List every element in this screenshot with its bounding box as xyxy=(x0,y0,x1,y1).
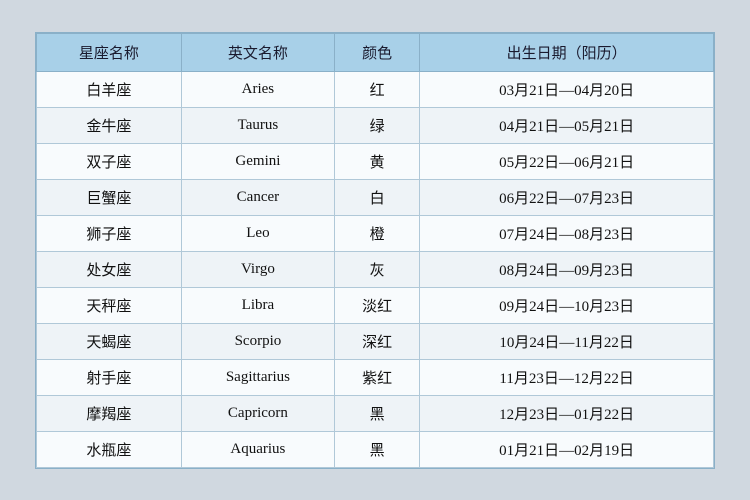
cell-chinese-8: 射手座 xyxy=(37,359,182,395)
cell-dates-3: 06月22日—07月23日 xyxy=(420,179,714,215)
cell-english-7: Scorpio xyxy=(181,323,334,359)
cell-color-3: 白 xyxy=(334,179,419,215)
cell-english-10: Aquarius xyxy=(181,431,334,467)
cell-chinese-2: 双子座 xyxy=(37,143,182,179)
table-row: 天秤座Libra淡红09月24日—10月23日 xyxy=(37,287,714,323)
cell-english-3: Cancer xyxy=(181,179,334,215)
cell-dates-9: 12月23日—01月22日 xyxy=(420,395,714,431)
table-row: 白羊座Aries红03月21日—04月20日 xyxy=(37,71,714,107)
cell-color-10: 黑 xyxy=(334,431,419,467)
cell-color-7: 深红 xyxy=(334,323,419,359)
table-row: 处女座Virgo灰08月24日—09月23日 xyxy=(37,251,714,287)
table-row: 天蝎座Scorpio深红10月24日—11月22日 xyxy=(37,323,714,359)
cell-english-8: Sagittarius xyxy=(181,359,334,395)
cell-color-0: 红 xyxy=(334,71,419,107)
cell-dates-6: 09月24日—10月23日 xyxy=(420,287,714,323)
table-row: 巨蟹座Cancer白06月22日—07月23日 xyxy=(37,179,714,215)
cell-chinese-5: 处女座 xyxy=(37,251,182,287)
cell-color-5: 灰 xyxy=(334,251,419,287)
cell-chinese-1: 金牛座 xyxy=(37,107,182,143)
cell-color-1: 绿 xyxy=(334,107,419,143)
table-row: 金牛座Taurus绿04月21日—05月21日 xyxy=(37,107,714,143)
cell-dates-2: 05月22日—06月21日 xyxy=(420,143,714,179)
cell-color-6: 淡红 xyxy=(334,287,419,323)
cell-color-8: 紫红 xyxy=(334,359,419,395)
table-row: 双子座Gemini黄05月22日—06月21日 xyxy=(37,143,714,179)
cell-dates-7: 10月24日—11月22日 xyxy=(420,323,714,359)
header-dates: 出生日期（阳历） xyxy=(420,33,714,71)
cell-chinese-7: 天蝎座 xyxy=(37,323,182,359)
cell-dates-8: 11月23日—12月22日 xyxy=(420,359,714,395)
cell-color-9: 黑 xyxy=(334,395,419,431)
cell-english-6: Libra xyxy=(181,287,334,323)
cell-color-2: 黄 xyxy=(334,143,419,179)
header-color: 颜色 xyxy=(334,33,419,71)
cell-english-5: Virgo xyxy=(181,251,334,287)
header-chinese-name: 星座名称 xyxy=(37,33,182,71)
cell-chinese-6: 天秤座 xyxy=(37,287,182,323)
cell-dates-5: 08月24日—09月23日 xyxy=(420,251,714,287)
cell-english-1: Taurus xyxy=(181,107,334,143)
cell-english-9: Capricorn xyxy=(181,395,334,431)
table-row: 水瓶座Aquarius黑01月21日—02月19日 xyxy=(37,431,714,467)
cell-chinese-9: 摩羯座 xyxy=(37,395,182,431)
zodiac-table-container: 星座名称 英文名称 颜色 出生日期（阳历） 白羊座Aries红03月21日—04… xyxy=(35,32,715,469)
table-row: 射手座Sagittarius紫红11月23日—12月22日 xyxy=(37,359,714,395)
cell-english-0: Aries xyxy=(181,71,334,107)
zodiac-table: 星座名称 英文名称 颜色 出生日期（阳历） 白羊座Aries红03月21日—04… xyxy=(36,33,714,468)
cell-chinese-4: 狮子座 xyxy=(37,215,182,251)
cell-dates-4: 07月24日—08月23日 xyxy=(420,215,714,251)
cell-chinese-10: 水瓶座 xyxy=(37,431,182,467)
table-header-row: 星座名称 英文名称 颜色 出生日期（阳历） xyxy=(37,33,714,71)
table-row: 摩羯座Capricorn黑12月23日—01月22日 xyxy=(37,395,714,431)
cell-english-4: Leo xyxy=(181,215,334,251)
cell-chinese-0: 白羊座 xyxy=(37,71,182,107)
cell-dates-1: 04月21日—05月21日 xyxy=(420,107,714,143)
header-english-name: 英文名称 xyxy=(181,33,334,71)
cell-color-4: 橙 xyxy=(334,215,419,251)
cell-dates-0: 03月21日—04月20日 xyxy=(420,71,714,107)
table-row: 狮子座Leo橙07月24日—08月23日 xyxy=(37,215,714,251)
cell-chinese-3: 巨蟹座 xyxy=(37,179,182,215)
table-body: 白羊座Aries红03月21日—04月20日金牛座Taurus绿04月21日—0… xyxy=(37,71,714,467)
cell-english-2: Gemini xyxy=(181,143,334,179)
cell-dates-10: 01月21日—02月19日 xyxy=(420,431,714,467)
